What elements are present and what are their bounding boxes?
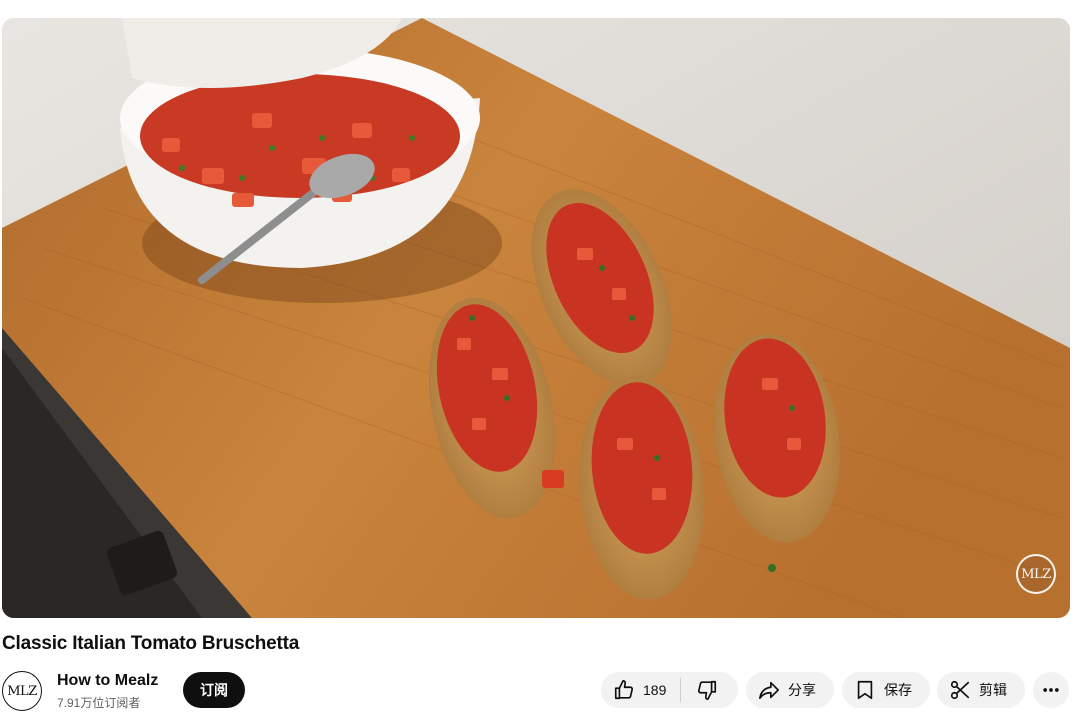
- like-count: 189: [643, 682, 667, 698]
- channel-avatar[interactable]: MLZ: [2, 671, 42, 711]
- more-icon: [1043, 688, 1059, 692]
- save-button[interactable]: 保存: [842, 672, 930, 708]
- subscribe-button[interactable]: 订阅: [183, 672, 245, 708]
- subscriber-count: 7.91万位订阅者: [57, 696, 141, 710]
- bookmark-icon: [857, 680, 873, 700]
- clip-button[interactable]: 剪辑: [937, 672, 1025, 708]
- video-frame: [2, 18, 1070, 618]
- video-title: Classic Italian Tomato Bruschetta: [2, 633, 300, 654]
- save-label: 保存: [884, 682, 912, 698]
- share-button[interactable]: 分享: [746, 672, 834, 708]
- channel-name[interactable]: How to Mealz: [57, 672, 158, 690]
- scissors-icon: [950, 680, 970, 700]
- clip-label: 剪辑: [979, 682, 1007, 698]
- more-actions-button[interactable]: [1033, 672, 1069, 708]
- thumbs-down-icon: [698, 680, 717, 700]
- like-button[interactable]: 189: [601, 672, 680, 708]
- dislike-button[interactable]: [681, 672, 733, 708]
- share-label: 分享: [788, 682, 816, 698]
- share-icon: [759, 681, 779, 700]
- like-dislike-group: 189: [601, 672, 738, 708]
- channel-watermark: MLZ: [1016, 554, 1056, 594]
- video-player[interactable]: MLZ: [2, 18, 1070, 618]
- thumbs-up-icon: [614, 680, 634, 700]
